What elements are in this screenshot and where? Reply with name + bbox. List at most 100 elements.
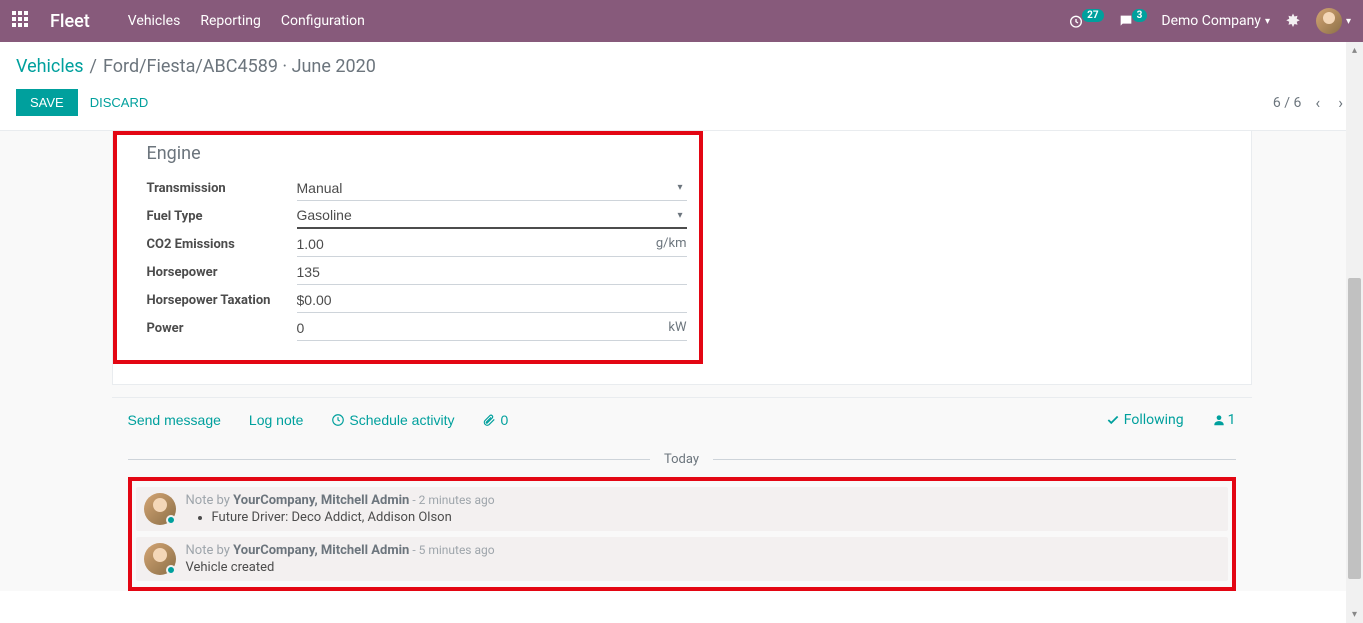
- schedule-activity-button[interactable]: Schedule activity: [331, 412, 454, 428]
- divider-line: [713, 459, 1236, 460]
- fueltype-select-wrap[interactable]: Gasoline ▾: [297, 203, 687, 229]
- power-input-wrap[interactable]: kW: [297, 316, 687, 341]
- log-note-button[interactable]: Log note: [249, 412, 304, 428]
- presence-dot-icon: [166, 515, 176, 525]
- note-author[interactable]: YourCompany, Mitchell Admin: [233, 493, 409, 508]
- navbar: Fleet Vehicles Reporting Configuration 2…: [0, 0, 1363, 42]
- scrollbar[interactable]: ▴ ▾: [1346, 42, 1363, 623]
- note-item: Note by YourCompany, Mitchell Admin - 5 …: [136, 537, 1228, 581]
- note-prefix: Note by: [186, 543, 234, 558]
- power-unit: kW: [668, 320, 686, 335]
- following-button[interactable]: Following: [1106, 412, 1184, 428]
- person-icon: [1212, 413, 1226, 427]
- company-label: Demo Company: [1161, 13, 1261, 29]
- chevron-down-icon: ▾: [1265, 16, 1270, 27]
- paperclip-icon: [482, 413, 496, 427]
- note-content: Future Driver: Deco Addict, Addison Olso…: [186, 510, 1220, 525]
- scroll-up-icon[interactable]: ▴: [1346, 42, 1363, 59]
- power-input[interactable]: [297, 316, 665, 340]
- note-time: - 5 minutes ago: [409, 543, 494, 557]
- form-sheet: Engine Transmission Manual ▾ Fuel Type G…: [112, 131, 1252, 385]
- label-co2: CO2 Emissions: [147, 237, 297, 252]
- attachments-count: 0: [500, 412, 508, 428]
- scrollbar-thumb[interactable]: [1348, 278, 1361, 579]
- clock-icon: [331, 413, 345, 427]
- horsepower-input-wrap[interactable]: [297, 260, 687, 285]
- note-avatar-wrap: [144, 493, 176, 525]
- pager: 6 / 6 ‹ ›: [1273, 91, 1347, 114]
- avatar: [1316, 8, 1342, 34]
- note-author[interactable]: YourCompany, Mitchell Admin: [233, 543, 409, 558]
- label-fueltype: Fuel Type: [147, 209, 297, 224]
- transmission-select-wrap[interactable]: Manual ▾: [297, 176, 687, 201]
- note-content: Vehicle created: [186, 560, 1220, 575]
- note-header: Note by YourCompany, Mitchell Admin - 5 …: [186, 543, 1220, 558]
- navbar-left: Fleet Vehicles Reporting Configuration: [12, 11, 365, 32]
- co2-input-wrap[interactable]: g/km: [297, 232, 687, 257]
- note-time: - 2 minutes ago: [409, 493, 494, 507]
- divider-line: [128, 459, 651, 460]
- user-menu[interactable]: ▾: [1316, 8, 1351, 34]
- label-hptax: Horsepower Taxation: [147, 293, 297, 308]
- timer-badge: 27: [1082, 9, 1103, 22]
- chatter-right: Following 1: [1106, 412, 1236, 428]
- followers-count: 1: [1228, 412, 1236, 428]
- scrollbar-track[interactable]: [1346, 59, 1363, 606]
- following-label: Following: [1124, 412, 1184, 428]
- co2-unit: g/km: [656, 236, 687, 251]
- action-row: SAVE DISCARD 6 / 6 ‹ ›: [0, 81, 1363, 131]
- pager-prev-icon[interactable]: ‹: [1311, 91, 1324, 114]
- company-selector[interactable]: Demo Company ▾: [1161, 13, 1270, 29]
- save-button[interactable]: SAVE: [16, 89, 78, 116]
- row-power: Power kW: [147, 314, 687, 342]
- row-hptax: Horsepower Taxation: [147, 286, 687, 314]
- fueltype-select[interactable]: Gasoline: [297, 203, 687, 227]
- divider-today: Today: [112, 452, 1252, 467]
- chatter: Send message Log note Schedule activity …: [112, 397, 1252, 591]
- nav-menu-reporting[interactable]: Reporting: [200, 13, 261, 29]
- engine-title: Engine: [147, 143, 687, 164]
- navbar-right: 27 3 Demo Company ▾ ▾: [1068, 8, 1351, 34]
- chat-icon[interactable]: 3: [1118, 13, 1148, 29]
- breadcrumb-root[interactable]: Vehicles: [16, 56, 84, 77]
- transmission-select[interactable]: Manual: [297, 176, 687, 200]
- breadcrumb: Vehicles / Ford/Fiesta/ABC4589 · June 20…: [0, 42, 1363, 81]
- note-avatar-wrap: [144, 543, 176, 575]
- presence-dot-icon: [166, 565, 176, 575]
- label-power: Power: [147, 321, 297, 336]
- nav-menu-vehicles[interactable]: Vehicles: [128, 13, 181, 29]
- breadcrumb-current: Ford/Fiesta/ABC4589 · June 2020: [103, 56, 376, 77]
- nav-menu-configuration[interactable]: Configuration: [281, 13, 365, 29]
- note-item: Note by YourCompany, Mitchell Admin - 2 …: [136, 487, 1228, 531]
- timer-icon[interactable]: 27: [1068, 13, 1103, 29]
- row-transmission: Transmission Manual ▾: [147, 174, 687, 202]
- pager-count: 6 / 6: [1273, 95, 1301, 111]
- horsepower-input[interactable]: [297, 260, 687, 284]
- row-co2: CO2 Emissions g/km: [147, 230, 687, 258]
- followers-button[interactable]: 1: [1212, 412, 1236, 428]
- scroll-down-icon[interactable]: ▾: [1346, 606, 1363, 623]
- send-message-button[interactable]: Send message: [128, 412, 221, 428]
- note-header: Note by YourCompany, Mitchell Admin - 2 …: [186, 493, 1220, 508]
- engine-section: Engine Transmission Manual ▾ Fuel Type G…: [113, 131, 703, 364]
- nav-menu: Vehicles Reporting Configuration: [128, 13, 365, 29]
- row-horsepower: Horsepower: [147, 258, 687, 286]
- label-horsepower: Horsepower: [147, 265, 297, 280]
- hptax-input-wrap[interactable]: [297, 288, 687, 313]
- hptax-input[interactable]: [297, 288, 687, 312]
- notes-box: Note by YourCompany, Mitchell Admin - 2 …: [128, 477, 1236, 591]
- attachments-button[interactable]: 0: [482, 412, 508, 428]
- check-icon: [1106, 413, 1120, 427]
- schedule-activity-label: Schedule activity: [349, 412, 454, 428]
- note-bullet: Future Driver: Deco Addict, Addison Olso…: [212, 510, 1220, 525]
- apps-icon[interactable]: [12, 11, 32, 31]
- note-body: Note by YourCompany, Mitchell Admin - 5 …: [186, 543, 1220, 575]
- discard-button[interactable]: DISCARD: [90, 95, 149, 110]
- sheet-wrap: Engine Transmission Manual ▾ Fuel Type G…: [0, 131, 1363, 591]
- co2-input[interactable]: [297, 232, 652, 256]
- label-transmission: Transmission: [147, 181, 297, 196]
- debug-icon[interactable]: [1284, 12, 1302, 30]
- breadcrumb-sep: /: [90, 56, 97, 77]
- chatter-topbar: Send message Log note Schedule activity …: [112, 398, 1252, 442]
- app-title[interactable]: Fleet: [50, 11, 90, 32]
